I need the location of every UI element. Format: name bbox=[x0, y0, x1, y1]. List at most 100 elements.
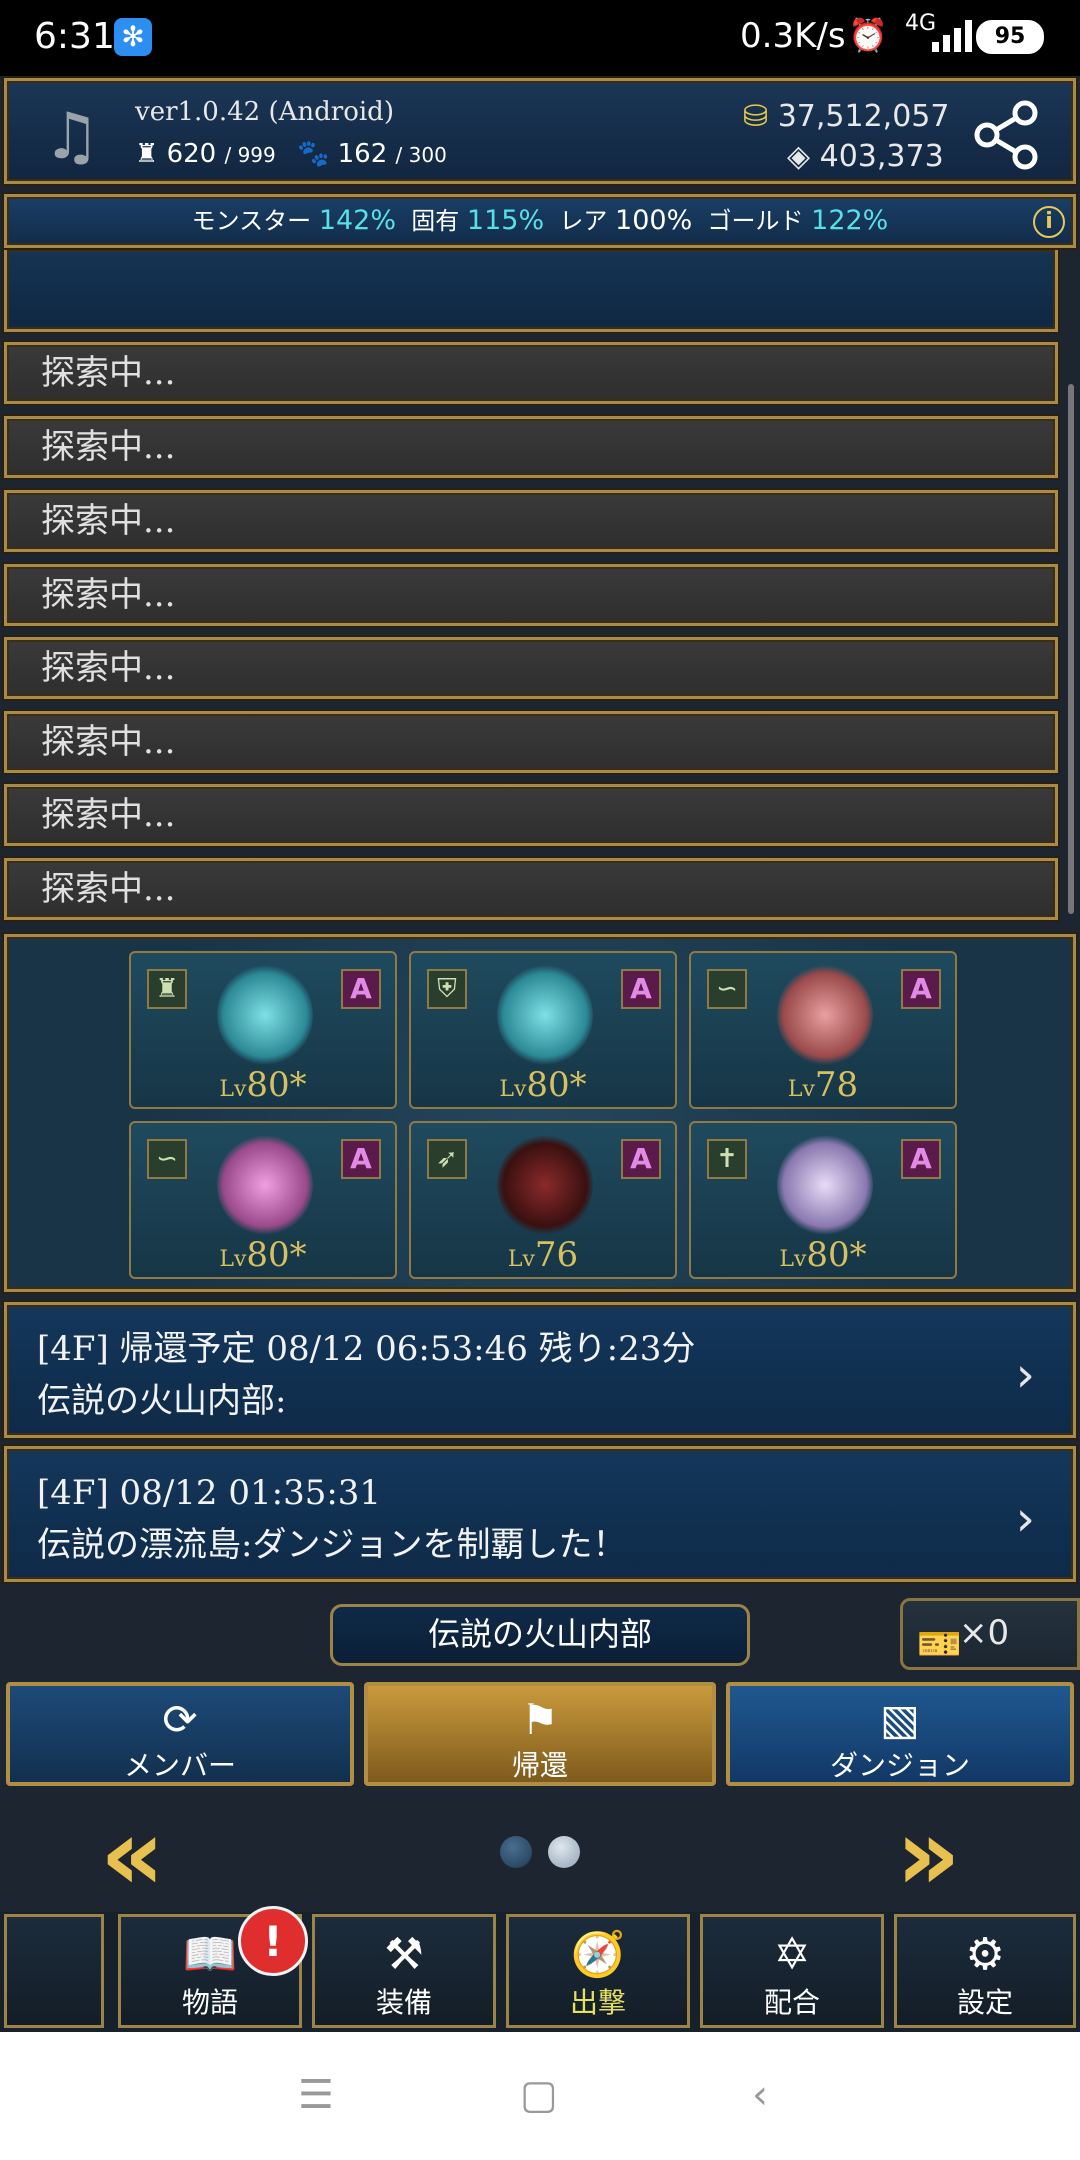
return-label: 帰還 bbox=[511, 1749, 568, 1782]
feather-type-icon: ➶ bbox=[427, 1139, 467, 1179]
nav-sortie[interactable]: 🧭 出撃 bbox=[506, 1914, 690, 2028]
back-icon[interactable]: ‹ bbox=[752, 2072, 768, 2118]
monster-level: Lv76 bbox=[507, 1235, 579, 1275]
member-label: メンバー bbox=[123, 1749, 236, 1782]
chevron-right-icon: › bbox=[1015, 1347, 1035, 1403]
explore-row[interactable]: 探索中... bbox=[4, 784, 1058, 846]
return-button[interactable]: ⚑ 帰還 bbox=[364, 1682, 716, 1786]
explore-row[interactable]: 探索中... bbox=[4, 416, 1058, 478]
unique-bonus-label: 固有 bbox=[411, 207, 460, 235]
gold-stat: ⛁ 37,512,057 bbox=[743, 99, 949, 134]
status-bar: 6:31 ✻ 0.3K/s ⏰ 4G 95 bbox=[0, 0, 1080, 76]
home-icon[interactable]: ▢ bbox=[520, 2072, 558, 2118]
share-icon[interactable] bbox=[973, 99, 1041, 171]
rank-badge: A bbox=[901, 969, 941, 1009]
page-dot-active[interactable] bbox=[500, 1836, 532, 1868]
rank-badge: A bbox=[341, 1139, 381, 1179]
monster-card[interactable]: ∽ A Lv78 bbox=[689, 951, 957, 1109]
next-page-icon[interactable]: » bbox=[896, 1805, 961, 1905]
paw-icon: 🐾 bbox=[297, 139, 330, 169]
nav-settings[interactable]: ⚙ 設定 bbox=[894, 1914, 1076, 2028]
monster-portrait bbox=[497, 1135, 593, 1235]
nav-empty-slot[interactable] bbox=[4, 1914, 104, 2028]
log-line-2: 伝説の漂流島:ダンジョンを制覇した！ bbox=[37, 1525, 627, 1565]
monster-portrait bbox=[777, 965, 873, 1065]
log-entry-partial[interactable] bbox=[4, 250, 1058, 332]
music-icon[interactable]: ♫ bbox=[43, 105, 100, 169]
battery-icon: 95 bbox=[976, 20, 1044, 54]
gem-value: 403,373 bbox=[819, 139, 944, 174]
nav-story-label: 物語 bbox=[181, 1986, 238, 2019]
log-line-2: 伝説の火山内部: bbox=[37, 1381, 287, 1421]
notification-badge: ! bbox=[238, 1906, 308, 1976]
system-nav-bar: ☰ ▢ ‹ bbox=[0, 2032, 1080, 2160]
player-header: ♫ ver1.0.42 (Android) ♜ 620 / 999 🐾 162 … bbox=[4, 78, 1076, 184]
alarm-icon: ⏰ bbox=[848, 16, 888, 54]
app-notification-icon: ✻ bbox=[114, 18, 152, 56]
expedition-log[interactable]: [4F] 08/12 01:35:31 伝説の漂流島:ダンジョンを制覇した！ › bbox=[4, 1446, 1076, 1582]
paw-max: / 300 bbox=[395, 143, 447, 167]
explore-row[interactable]: 探索中... bbox=[4, 564, 1058, 626]
party-grid: ♜ A Lv80* ⛨ A Lv80* ∽ A Lv78 ∽ A Lv80* ➶… bbox=[4, 934, 1076, 1292]
monster-level: Lv78 bbox=[787, 1065, 859, 1105]
monster-card[interactable]: ➶ A Lv76 bbox=[409, 1121, 677, 1279]
explore-row[interactable]: 探索中... bbox=[4, 858, 1058, 920]
info-icon[interactable]: i bbox=[1033, 206, 1065, 238]
rank-badge: A bbox=[901, 1139, 941, 1179]
page-dot[interactable] bbox=[548, 1836, 580, 1868]
castle-type-icon: ♜ bbox=[147, 969, 187, 1009]
ticket-counter[interactable]: 🎫 ×0 bbox=[900, 1598, 1080, 1670]
explore-row[interactable]: 探索中... bbox=[4, 490, 1058, 552]
dungeon-label: ダンジョン bbox=[829, 1749, 970, 1782]
explore-row[interactable]: 探索中... bbox=[4, 711, 1058, 773]
monster-card[interactable]: ⛨ A Lv80* bbox=[409, 951, 677, 1109]
rare-bonus-label: レア bbox=[559, 207, 608, 235]
snake-type-icon: ∽ bbox=[147, 1139, 187, 1179]
gold-bonus-value: 122% bbox=[811, 205, 889, 236]
castle-stat: ♜ 620 / 999 bbox=[135, 139, 276, 169]
explore-row[interactable]: 探索中... bbox=[4, 637, 1058, 699]
monster-level: Lv80* bbox=[219, 1065, 307, 1105]
explore-row[interactable]: 探索中... bbox=[4, 342, 1058, 404]
monster-card[interactable]: ♜ A Lv80* bbox=[129, 951, 397, 1109]
log-line-1: [4F] 帰還予定 08/12 06:53:46 残り:23分 bbox=[37, 1329, 696, 1369]
gold-bonus-label: ゴールド bbox=[707, 207, 804, 235]
monster-portrait bbox=[217, 1135, 313, 1235]
paw-stat: 🐾 162 / 300 bbox=[297, 139, 447, 169]
monster-level: Lv80* bbox=[779, 1235, 867, 1275]
prev-page-icon[interactable]: « bbox=[100, 1805, 165, 1905]
signal-icon bbox=[932, 20, 972, 52]
status-time: 6:31 bbox=[34, 16, 115, 57]
paw-value: 162 bbox=[337, 139, 388, 169]
monster-portrait bbox=[777, 1135, 873, 1235]
map-icon: ▧ bbox=[880, 1695, 920, 1744]
anvil-icon: ⚒ bbox=[384, 1929, 424, 1980]
castle-max: / 999 bbox=[224, 143, 276, 167]
nav-fusion[interactable]: ✡ 配合 bbox=[700, 1914, 884, 2028]
cross-type-icon: ✝ bbox=[707, 1139, 747, 1179]
scrollbar[interactable] bbox=[1068, 384, 1074, 914]
bottom-nav: 📖 物語 ⚒ 装備 🧭 出撃 ✡ 配合 ⚙ 設定 bbox=[0, 1912, 1080, 2032]
ticket-count: ×0 bbox=[959, 1613, 1010, 1653]
rank-badge: A bbox=[621, 969, 661, 1009]
rank-badge: A bbox=[341, 969, 381, 1009]
expedition-log[interactable]: [4F] 帰還予定 08/12 06:53:46 残り:23分 伝説の火山内部:… bbox=[4, 1302, 1076, 1438]
monster-bonus-value: 142% bbox=[318, 205, 397, 236]
member-button[interactable]: ⟳ メンバー bbox=[6, 1682, 354, 1786]
monster-portrait bbox=[217, 965, 313, 1065]
version-label: ver1.0.42 (Android) bbox=[135, 97, 394, 127]
castle-value: 620 bbox=[166, 139, 217, 169]
network-speed: 0.3K/s bbox=[740, 16, 846, 56]
nav-equip[interactable]: ⚒ 装備 bbox=[312, 1914, 496, 2028]
nav-equip-label: 装備 bbox=[375, 1986, 432, 2019]
monster-level: Lv80* bbox=[219, 1235, 307, 1275]
monster-card[interactable]: ✝ A Lv80* bbox=[689, 1121, 957, 1279]
hexagram-icon: ✡ bbox=[773, 1929, 811, 1980]
menu-icon[interactable]: ☰ bbox=[298, 2072, 334, 2118]
gem-icon: ◈ bbox=[787, 139, 811, 174]
gear-icon: ⚙ bbox=[965, 1929, 1005, 1980]
castle-icon: ♜ bbox=[135, 139, 159, 169]
monster-bonus-label: モンスター bbox=[191, 207, 312, 235]
monster-card[interactable]: ∽ A Lv80* bbox=[129, 1121, 397, 1279]
dungeon-button[interactable]: ▧ ダンジョン bbox=[726, 1682, 1074, 1786]
